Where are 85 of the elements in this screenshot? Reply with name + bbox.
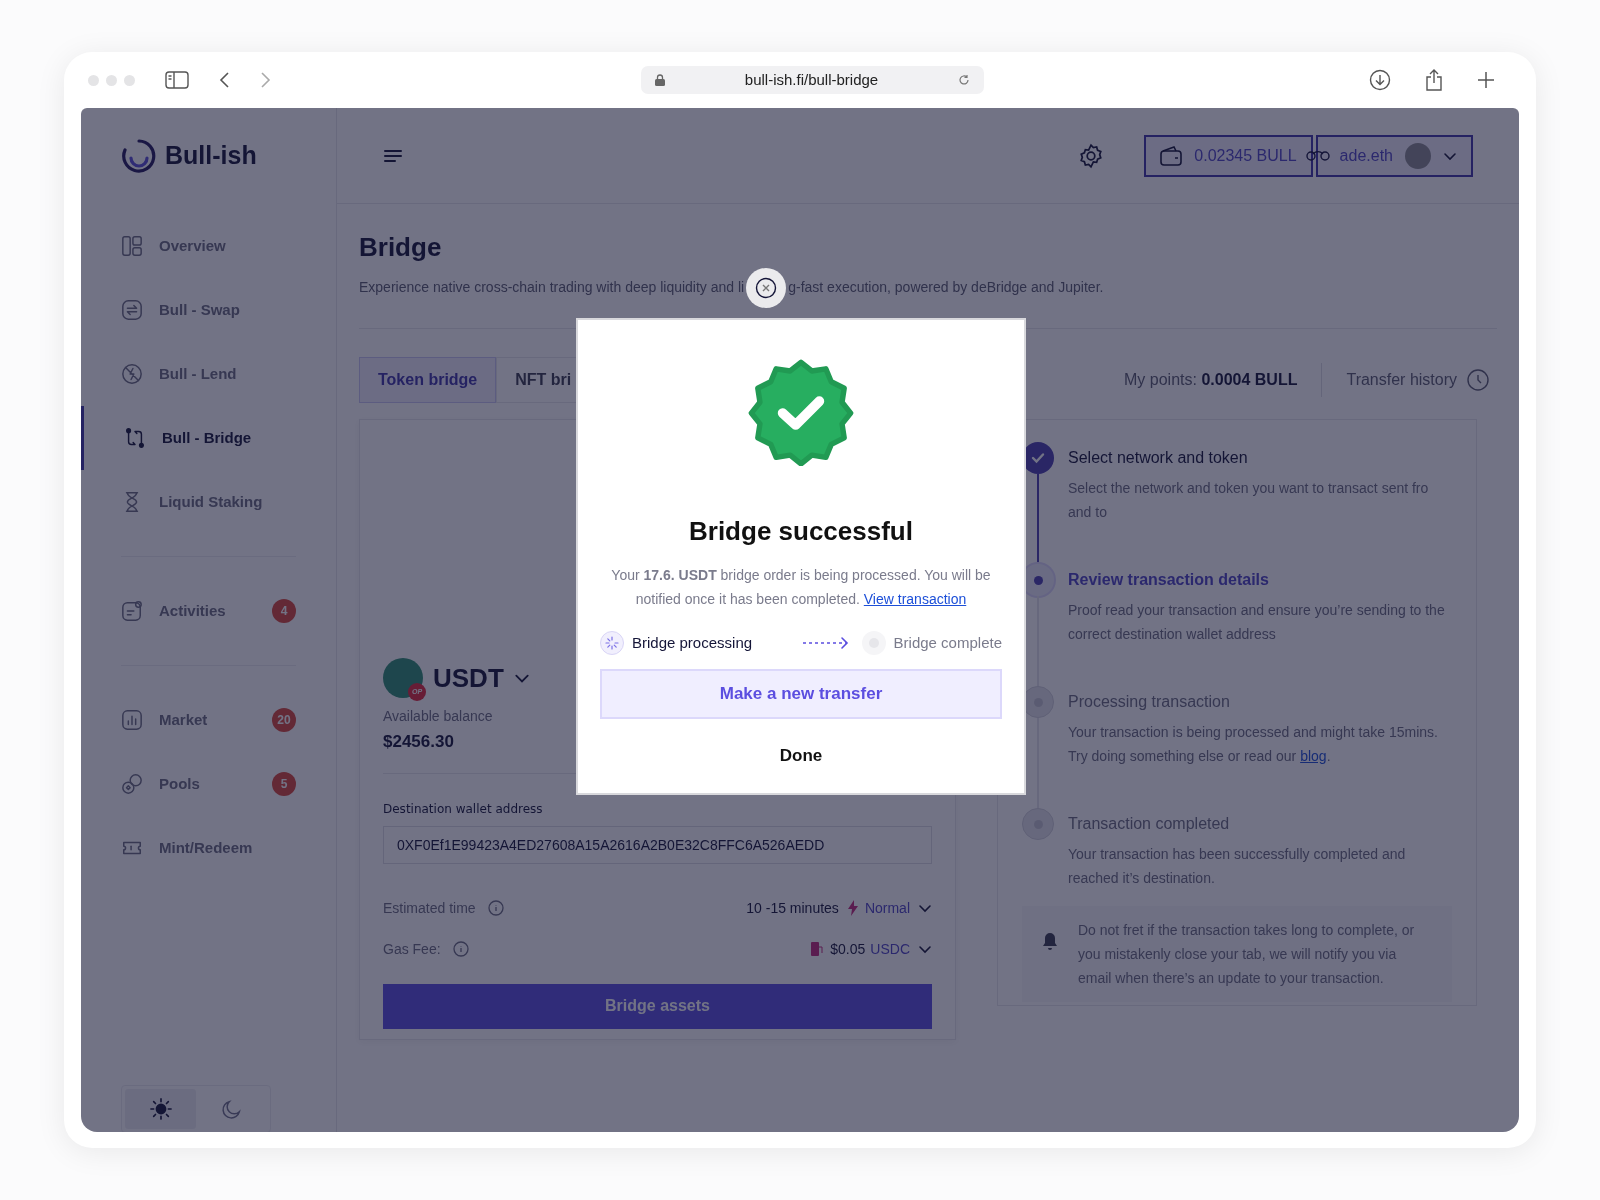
coins-icon [121,773,143,795]
step-title: Transaction completed [1068,814,1231,834]
bridge-arrows-icon [124,427,146,449]
settings-icon[interactable] [1078,142,1105,169]
share-icon[interactable] [1425,68,1443,92]
address-bar[interactable]: bull-ish.fi/bull-bridge [641,66,984,94]
address-field[interactable]: 0XF0Ef1E99423A4ED27608A15A2616A2B0E32C8FFC6A526AEDD [383,825,932,864]
done-button[interactable]: Done [773,739,829,773]
plus-icon[interactable] [1477,71,1495,89]
layout-icon [121,235,143,257]
progress-label: Bridge complete [893,632,1002,653]
success-badge-icon [747,358,855,466]
nav-item[interactable]: Bull - Swap [81,278,336,342]
wallet-balance-button[interactable]: 0.02345 BULL [1144,134,1313,177]
bell-icon [1042,932,1058,952]
page-description: Experience native cross-chain trading with deep liquidity and li [359,278,745,297]
swap-icon [121,299,143,321]
dashed-arrow-icon [801,636,850,650]
forward-icon[interactable] [259,71,271,89]
avatar [1405,142,1431,169]
nav-item[interactable]: Bull - Bridge [81,406,336,470]
gas-token-selector[interactable]: USDC [870,938,910,960]
fuel-pump-icon [810,941,825,957]
step-description: Proof read your transaction and ensure you’re sending to the correct destination wallet address [1068,601,1446,644]
step-description: Select the network and token you want to transact sent fro and to [1068,479,1430,522]
nav-item[interactable]: Bull - Lend [81,342,336,406]
lock-icon [655,74,665,86]
bridge-assets-button[interactable]: Bridge assets [383,983,932,1029]
moon-icon [220,1098,243,1120]
nav-item[interactable]: Activities 4 [81,579,336,643]
tab[interactable]: Token bridge [359,357,497,403]
crossed-circle-icon [121,363,143,385]
balance-label: Available balance [383,707,494,726]
reload-icon[interactable] [958,74,970,86]
step-title: Processing transaction [1068,692,1231,712]
count-badge: 20 [272,708,296,732]
lightning-icon [846,900,859,916]
page-description: g-fast execution, powered by deBridge and Jupiter. [788,278,1104,297]
step-title: Review transaction details [1068,570,1270,590]
logo-text: Bull-ish [165,140,257,172]
nav-item[interactable]: Market 20 [81,688,336,752]
address-label: Destination wallet address [383,800,544,818]
transfer-history-link[interactable]: Transfer history [1346,368,1457,392]
step-description: Your transaction is being processed and might take 15mins. Try doing something else or read our blog. [1068,723,1439,766]
estimated-time-value: 10 -15 minutes [746,898,839,918]
count-badge: 4 [272,599,296,623]
check-icon [1030,450,1046,466]
sun-button[interactable] [125,1089,196,1129]
menu-icon[interactable] [383,147,403,164]
nav-item[interactable]: Liquid Staking [81,470,336,534]
dialog-message: Your 17.6. USDT bridge order is being processed. You will be notified once it has been completed. View transaction [610,566,992,609]
new-transfer-button[interactable]: Make a new transfer [600,669,1002,719]
points-text: My points: 0.0004 BULL [1124,370,1298,390]
gas-fee-label: Gas Fee: [383,939,441,959]
sun-icon [149,1098,172,1120]
nav-item[interactable]: Pools 5 [81,752,336,816]
nav-item[interactable]: Mint/Redeem [81,816,336,880]
activity-icon [121,600,143,622]
page-title: Bridge [359,231,443,264]
info-icon [452,941,469,957]
logo-icon [121,138,157,174]
link-icon [1304,149,1333,162]
wallet-icon [1160,145,1183,166]
info-icon [487,900,504,916]
chart-icon [121,709,143,731]
clock-icon[interactable] [1467,369,1489,391]
speed-selector[interactable]: Normal [864,897,910,919]
count-badge: 5 [272,772,296,796]
blog-link[interactable]: blog [1300,748,1327,764]
step-title: Select network and token [1068,448,1249,468]
close-icon [755,276,778,299]
sidebar-toggle-icon[interactable] [165,71,189,89]
nav-item[interactable]: Overview [81,214,336,278]
view-transaction-link[interactable]: View transaction [863,591,967,607]
step-description: Your transaction has been successfully completed and reached it’s destination. [1068,845,1407,888]
estimated-time-label: Estimated time [383,898,476,918]
close-button[interactable] [746,267,787,308]
progress-label: Bridge processing [632,632,753,653]
url-text: bull-ish.fi/bull-bridge [743,69,880,90]
gas-fee-value: $0.05 [830,939,866,959]
account-button[interactable]: ade.eth [1315,134,1473,177]
dialog-title: Bridge successful [689,515,913,548]
back-icon[interactable] [219,71,231,89]
token-name[interactable]: USDT [433,658,504,698]
download-icon[interactable] [1369,69,1391,91]
